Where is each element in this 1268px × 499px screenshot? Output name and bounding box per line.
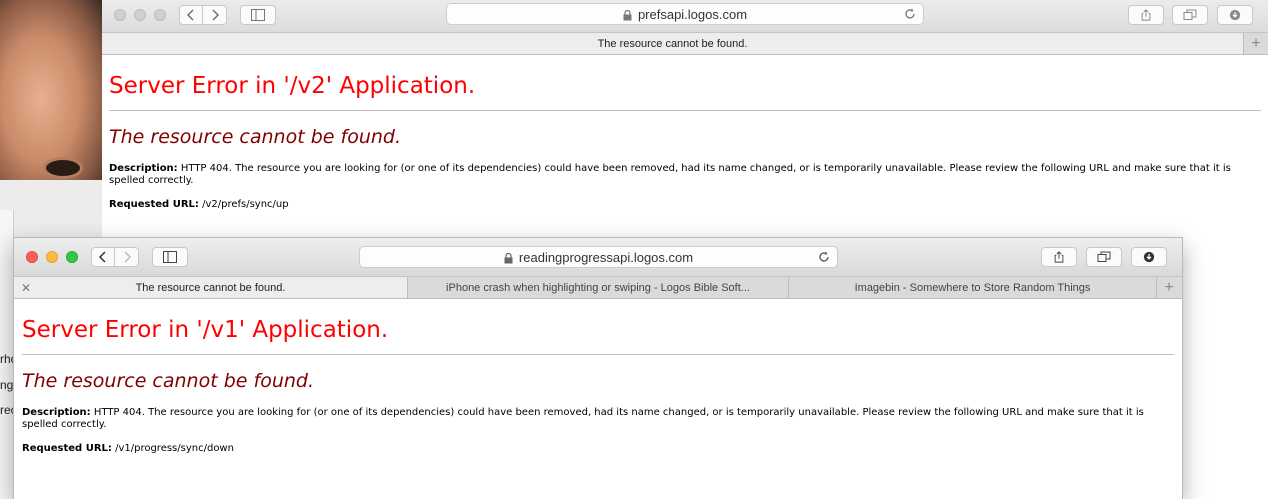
share-button[interactable] xyxy=(1041,247,1077,267)
error-description: Description: HTTP 404. The resource you … xyxy=(22,407,1174,431)
tab-label: The resource cannot be found. xyxy=(135,281,286,294)
tab-iphone-crash[interactable]: iPhone crash when highlighting or swipin… xyxy=(408,277,789,298)
description-label: Description: xyxy=(109,163,178,174)
zoom-window-button[interactable] xyxy=(66,251,78,263)
page-content: Server Error in '/v1' Application. The r… xyxy=(14,299,1182,454)
close-tab-icon[interactable]: ✕ xyxy=(21,281,31,295)
url-text: readingprogressapi.logos.com xyxy=(518,249,694,265)
tab-label: Imagebin - Somewhere to Store Random Thi… xyxy=(854,281,1091,294)
forward-button[interactable] xyxy=(203,5,227,25)
chevron-right-icon xyxy=(123,251,131,263)
page-title: Server Error in '/v1' Application. xyxy=(22,299,1174,355)
navigation-buttons xyxy=(91,247,139,267)
close-window-button[interactable] xyxy=(26,251,38,263)
error-subtitle: The resource cannot be found. xyxy=(109,126,402,148)
forward-button[interactable] xyxy=(115,247,139,267)
sidebar-icon xyxy=(251,9,265,21)
show-tabs-button[interactable] xyxy=(1086,247,1122,267)
page-title: Server Error in '/v2' Application. xyxy=(109,55,1261,111)
desktop-photo xyxy=(0,0,102,180)
tab-bar: The resource cannot be found. + xyxy=(102,33,1268,55)
chevron-left-icon xyxy=(187,9,194,21)
description-label: Description: xyxy=(22,407,91,418)
sidebar-icon xyxy=(163,251,177,263)
download-icon xyxy=(1143,251,1155,263)
browser-window-front[interactable]: readingprogressapi.logos.com ✕ The resou… xyxy=(14,238,1182,499)
share-icon xyxy=(1141,9,1151,21)
tab-label: iPhone crash when highlighting or swipin… xyxy=(446,281,750,294)
requested-url-value: /v1/progress/sync/down xyxy=(115,443,234,454)
back-button[interactable] xyxy=(91,247,115,267)
photo-eye xyxy=(46,160,80,176)
toolbar: readingprogressapi.logos.com xyxy=(14,238,1182,277)
tabs-overview-icon xyxy=(1183,9,1197,20)
tabs-overview-icon xyxy=(1097,251,1111,262)
requested-url-value: /v2/prefs/sync/up xyxy=(202,199,289,210)
page-content: Server Error in '/v2' Application. The r… xyxy=(102,55,1268,210)
toolbar: prefsapi.logos.com xyxy=(102,0,1268,33)
address-bar[interactable]: prefsapi.logos.com xyxy=(446,3,924,25)
plus-icon: + xyxy=(1251,34,1261,52)
close-window-button[interactable] xyxy=(114,9,126,21)
requested-url-label: Requested URL: xyxy=(109,199,199,210)
reload-icon[interactable] xyxy=(903,7,917,21)
background-text-fragment: ng xyxy=(0,378,14,392)
tab-bar: ✕ The resource cannot be found. iPhone c… xyxy=(14,277,1182,299)
new-tab-button[interactable]: + xyxy=(1244,33,1268,54)
url-text: prefsapi.logos.com xyxy=(637,6,748,22)
share-button[interactable] xyxy=(1128,5,1164,25)
error-description: Description: HTTP 404. The resource you … xyxy=(109,163,1261,187)
chevron-left-icon xyxy=(98,251,106,263)
tab-imagebin[interactable]: Imagebin - Somewhere to Store Random Thi… xyxy=(789,277,1157,298)
description-text: HTTP 404. The resource you are looking f… xyxy=(22,407,1144,430)
requested-url: Requested URL: /v2/prefs/sync/up xyxy=(109,199,1261,210)
zoom-window-button[interactable] xyxy=(154,9,166,21)
tab-resource-not-found[interactable]: The resource cannot be found. xyxy=(102,33,1244,54)
lock-icon xyxy=(504,252,513,264)
tab-resource-not-found[interactable]: ✕ The resource cannot be found. xyxy=(14,277,408,298)
downloads-button[interactable] xyxy=(1131,247,1167,267)
lock-icon xyxy=(623,9,632,21)
sidebar-button[interactable] xyxy=(240,5,276,25)
tab-label: The resource cannot be found. xyxy=(597,37,748,50)
description-text: HTTP 404. The resource you are looking f… xyxy=(109,163,1231,186)
minimize-window-button[interactable] xyxy=(46,251,58,263)
minimize-window-button[interactable] xyxy=(134,9,146,21)
chevron-right-icon xyxy=(212,9,219,21)
downloads-button[interactable] xyxy=(1217,5,1253,25)
plus-icon: + xyxy=(1164,278,1174,296)
navigation-buttons xyxy=(179,5,227,25)
window-controls xyxy=(26,251,78,263)
requested-url-label: Requested URL: xyxy=(22,443,112,454)
requested-url: Requested URL: /v1/progress/sync/down xyxy=(22,443,1174,454)
show-tabs-button[interactable] xyxy=(1172,5,1208,25)
back-button[interactable] xyxy=(179,5,203,25)
address-bar[interactable]: readingprogressapi.logos.com xyxy=(359,246,838,268)
sidebar-button[interactable] xyxy=(152,247,188,267)
error-subtitle: The resource cannot be found. xyxy=(22,370,315,392)
new-tab-button[interactable]: + xyxy=(1157,277,1181,298)
share-icon xyxy=(1054,251,1064,263)
reload-icon[interactable] xyxy=(817,250,831,264)
window-controls xyxy=(114,9,166,21)
download-icon xyxy=(1229,9,1241,21)
